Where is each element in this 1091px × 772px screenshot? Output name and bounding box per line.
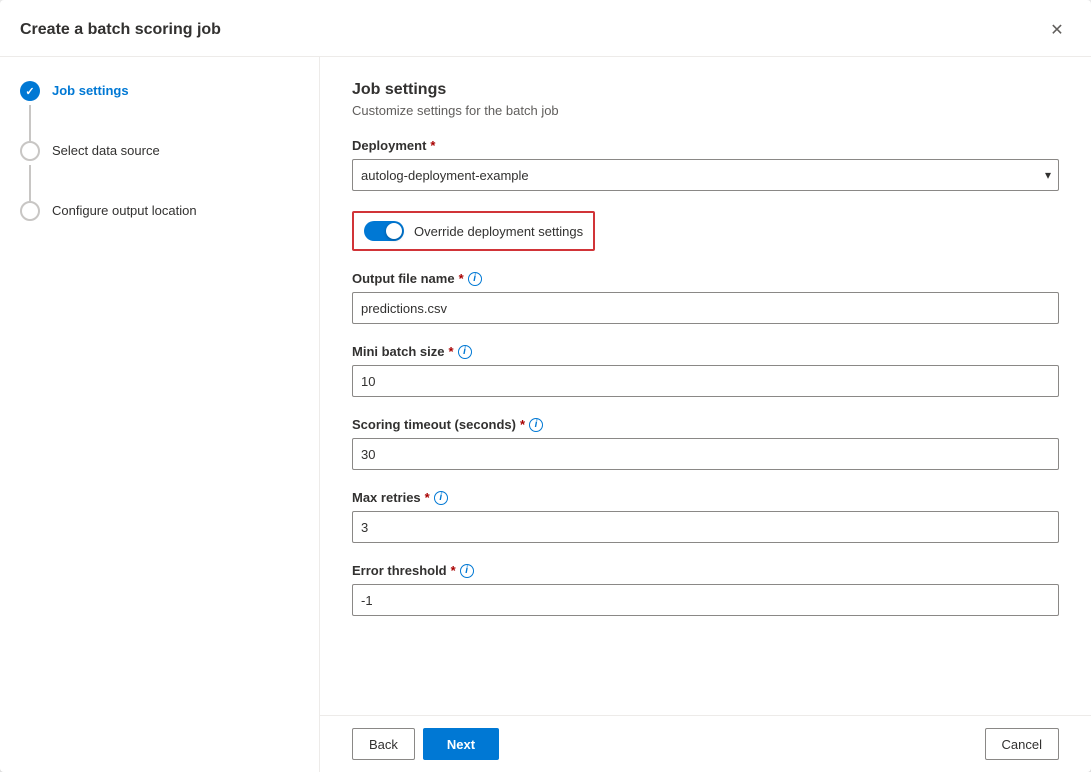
step-2-indicator [20,141,40,201]
footer-left-buttons: Back Next [352,728,499,760]
mini-batch-info-icon[interactable]: i [458,345,472,359]
error-threshold-label: Error threshold * i [352,563,1059,578]
step-2-label: Select data source [52,141,160,158]
section-title: Job settings [352,81,1059,99]
dialog-title: Create a batch scoring job [20,21,221,39]
scoring-timeout-label: Scoring timeout (seconds) * i [352,417,1059,432]
step-1-indicator: ✓ [20,81,40,141]
error-threshold-info-icon[interactable]: i [460,564,474,578]
deployment-required-star: * [430,138,435,153]
max-retries-required-star: * [425,490,430,505]
section-subtitle: Customize settings for the batch job [352,103,1059,118]
mini-batch-size-label: Mini batch size * i [352,344,1059,359]
content-area: Job settings Customize settings for the … [320,57,1091,715]
toggle-slider [364,221,404,241]
override-toggle-label: Override deployment settings [414,224,583,239]
cancel-button[interactable]: Cancel [985,728,1059,760]
close-button[interactable]: ✕ [1043,16,1071,44]
error-threshold-input[interactable] [352,584,1059,616]
max-retries-info-icon[interactable]: i [434,491,448,505]
step-3-circle [20,201,40,221]
override-toggle-container[interactable]: Override deployment settings [352,211,595,251]
back-button[interactable]: Back [352,728,415,760]
sidebar: ✓ Job settings Select data source [0,57,320,772]
step-select-data: Select data source [20,141,299,201]
scoring-timeout-group: Scoring timeout (seconds) * i [352,417,1059,470]
step-1-label: Job settings [52,81,129,98]
step-job-settings: ✓ Job settings [20,81,299,141]
max-retries-label: Max retries * i [352,490,1059,505]
max-retries-input[interactable] [352,511,1059,543]
output-file-name-group: Output file name * i [352,271,1059,324]
mini-batch-required-star: * [448,344,453,359]
mini-batch-size-input[interactable] [352,365,1059,397]
error-threshold-group: Error threshold * i [352,563,1059,616]
step-2-line [29,165,31,201]
step-1-circle: ✓ [20,81,40,101]
next-button[interactable]: Next [423,728,499,760]
output-file-name-label: Output file name * i [352,271,1059,286]
step-3-indicator [20,201,40,221]
override-toggle-switch[interactable] [364,221,404,241]
scoring-timeout-required-star: * [520,417,525,432]
deployment-label: Deployment * [352,138,1059,153]
scoring-timeout-info-icon[interactable]: i [529,418,543,432]
dialog-body: ✓ Job settings Select data source [0,57,1091,772]
main-content: Job settings Customize settings for the … [320,57,1091,772]
step-1-line [29,105,31,141]
step-1-check-icon: ✓ [25,85,34,98]
dialog-footer: Back Next Cancel [320,715,1091,772]
deployment-select[interactable]: autolog-deployment-example [352,159,1059,191]
step-configure-output: Configure output location [20,201,299,221]
output-file-name-input[interactable] [352,292,1059,324]
max-retries-group: Max retries * i [352,490,1059,543]
mini-batch-size-group: Mini batch size * i [352,344,1059,397]
output-required-star: * [459,271,464,286]
step-3-label: Configure output location [52,201,197,218]
step-2-circle [20,141,40,161]
dialog: Create a batch scoring job ✕ ✓ Job setti… [0,0,1091,772]
deployment-field-group: Deployment * autolog-deployment-example … [352,138,1059,191]
deployment-dropdown[interactable]: autolog-deployment-example ▾ [352,159,1059,191]
output-info-icon[interactable]: i [468,272,482,286]
scoring-timeout-input[interactable] [352,438,1059,470]
error-threshold-required-star: * [451,563,456,578]
dialog-header: Create a batch scoring job ✕ [0,0,1091,57]
